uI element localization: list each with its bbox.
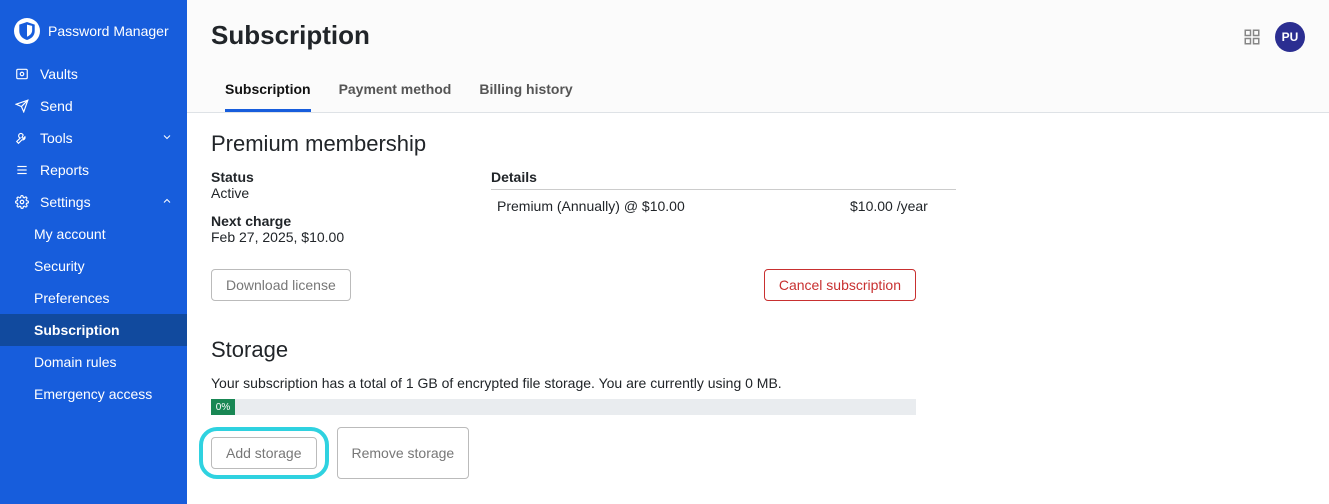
sidebar-item-vaults[interactable]: Vaults: [0, 58, 187, 90]
content: Premium membership Status Active Next ch…: [187, 113, 1329, 497]
tab-billing-history[interactable]: Billing history: [479, 73, 572, 112]
tools-icon: [14, 131, 30, 145]
details-row: Premium (Annually) @ $10.00 $10.00 /year: [491, 190, 956, 222]
sidebar-sublabel: Domain rules: [34, 354, 116, 370]
sidebar-sublabel: My account: [34, 226, 106, 242]
storage-progress-fill: 0%: [211, 399, 235, 415]
main: Subscription PU Subscription Payment met…: [187, 0, 1329, 504]
status-label: Status: [211, 169, 451, 185]
grid-icon[interactable]: [1243, 28, 1261, 46]
tab-subscription[interactable]: Subscription: [225, 73, 311, 112]
sidebar-item-send[interactable]: Send: [0, 90, 187, 122]
sidebar-label: Vaults: [40, 66, 78, 82]
details-table: Premium (Annually) @ $10.00 $10.00 /year: [491, 189, 956, 222]
chevron-up-icon: [161, 194, 173, 210]
sidebar-subitem-preferences[interactable]: Preferences: [0, 282, 187, 314]
sidebar-subitem-security[interactable]: Security: [0, 250, 187, 282]
shield-icon: [14, 18, 40, 44]
storage-desc: Your subscription has a total of 1 GB of…: [211, 375, 1305, 391]
tabs: Subscription Payment method Billing hist…: [211, 73, 1305, 112]
sidebar-subitem-subscription[interactable]: Subscription: [0, 314, 187, 346]
sidebar-label: Tools: [40, 130, 73, 146]
sidebar-sublabel: Security: [34, 258, 85, 274]
sidebar-item-tools[interactable]: Tools: [0, 122, 187, 154]
sidebar-label: Reports: [40, 162, 89, 178]
next-charge-value: Feb 27, 2025, $10.00: [211, 229, 451, 245]
header: Subscription PU Subscription Payment met…: [187, 0, 1329, 113]
details-label: Details: [491, 169, 956, 185]
details-price: $10.00 /year: [850, 198, 950, 214]
sidebar-sublabel: Subscription: [34, 322, 120, 338]
storage-progress: 0%: [211, 399, 916, 415]
sidebar-item-settings[interactable]: Settings: [0, 186, 187, 218]
sidebar-label: Send: [40, 98, 73, 114]
sidebar-item-reports[interactable]: Reports: [0, 154, 187, 186]
tab-payment-method[interactable]: Payment method: [339, 73, 452, 112]
page-title: Subscription: [211, 20, 1305, 51]
sidebar-subitem-my-account[interactable]: My account: [0, 218, 187, 250]
status-value: Active: [211, 185, 451, 201]
sidebar-subitem-emergency-access[interactable]: Emergency access: [0, 378, 187, 410]
send-icon: [14, 99, 30, 113]
download-license-button[interactable]: Download license: [211, 269, 351, 301]
vault-icon: [14, 67, 30, 81]
sidebar-sublabel: Emergency access: [34, 386, 152, 402]
highlight-ring: Add storage: [199, 427, 329, 479]
sidebar-label: Settings: [40, 194, 91, 210]
premium-heading: Premium membership: [211, 131, 1305, 157]
gear-icon: [14, 195, 30, 209]
brand-name: Password Manager: [48, 23, 169, 39]
remove-storage-button[interactable]: Remove storage: [337, 427, 470, 479]
details-desc: Premium (Annually) @ $10.00: [497, 198, 850, 214]
sidebar-subitem-domain-rules[interactable]: Domain rules: [0, 346, 187, 378]
sidebar: Password Manager Vaults Send Tools Repor…: [0, 0, 187, 504]
storage-heading: Storage: [211, 337, 1305, 363]
cancel-subscription-button[interactable]: Cancel subscription: [764, 269, 916, 301]
avatar[interactable]: PU: [1275, 22, 1305, 52]
add-storage-button[interactable]: Add storage: [211, 437, 317, 469]
reports-icon: [14, 163, 30, 177]
chevron-down-icon: [161, 130, 173, 146]
next-charge-label: Next charge: [211, 213, 451, 229]
brand[interactable]: Password Manager: [0, 10, 187, 58]
sidebar-sublabel: Preferences: [34, 290, 109, 306]
